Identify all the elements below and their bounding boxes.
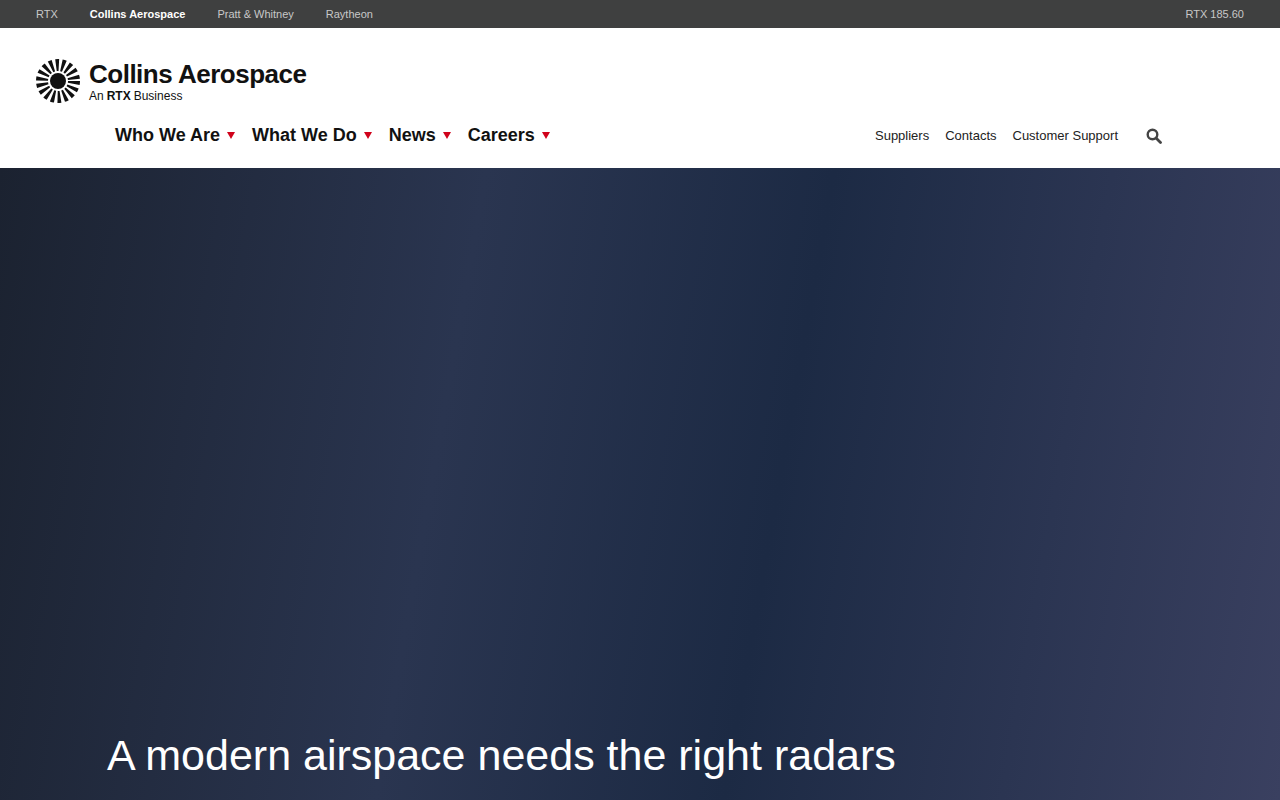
- utility-link[interactable]: Contacts: [945, 126, 996, 146]
- dropdown-icon: [364, 132, 372, 139]
- brand-link[interactable]: Pratt & Whitney: [217, 6, 293, 23]
- sunburst-icon: [35, 58, 81, 104]
- nav-item[interactable]: What We Do: [252, 122, 372, 149]
- primary-nav: Who We Are What We Do News Careers: [115, 122, 550, 149]
- dropdown-icon: [227, 132, 235, 139]
- brand-bar: RTX Collins Aerospace Pratt & Whitney Rayth…: [0, 0, 1280, 28]
- utility-link[interactable]: Customer Support: [1013, 126, 1119, 146]
- nav-item[interactable]: News: [389, 122, 451, 149]
- nav-item[interactable]: Who We Are: [115, 122, 235, 149]
- stock-price: RTX 185.60: [1185, 6, 1244, 23]
- hero-headline: A modern airspace needs the right radars: [107, 730, 1280, 782]
- nav-item[interactable]: Careers: [468, 122, 550, 149]
- utility-nav: Suppliers Contacts Customer Support: [875, 126, 1162, 146]
- logo[interactable]: Collins AerospaceAnRTXBusiness: [0, 28, 1280, 104]
- brand-link[interactable]: Collins Aerospace: [90, 6, 186, 23]
- dropdown-icon: [542, 132, 550, 139]
- search-icon[interactable]: [1146, 128, 1162, 144]
- utility-link[interactable]: Suppliers: [875, 126, 929, 146]
- brand-link[interactable]: RTX: [36, 6, 58, 23]
- brand-link[interactable]: Raytheon: [326, 6, 373, 23]
- dropdown-icon: [443, 132, 451, 139]
- hero: A modern airspace needs the right radars: [0, 168, 1280, 800]
- header: Collins AerospaceAnRTXBusiness Who We Are…: [0, 28, 1280, 168]
